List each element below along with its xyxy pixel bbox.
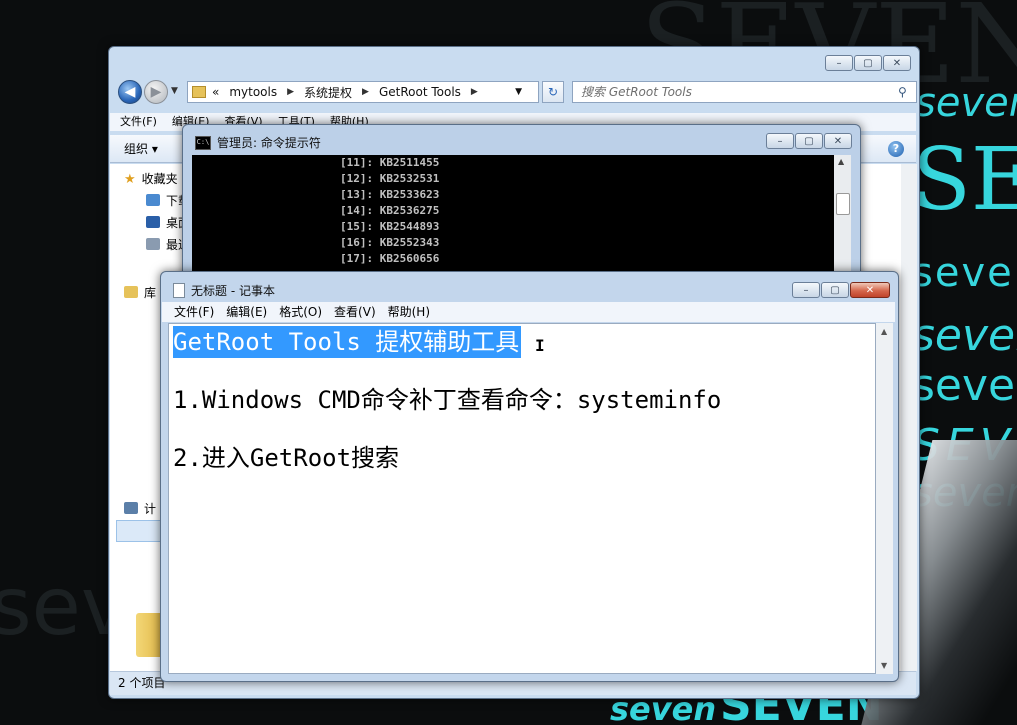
minimize-button[interactable]: – — [792, 282, 820, 298]
organize-button[interactable]: 组织 ▾ — [124, 140, 158, 157]
recent-icon — [146, 238, 160, 250]
cmd-titlebar[interactable]: C:\ 管理员: 命令提示符 — [195, 134, 321, 151]
address-dropdown-icon[interactable]: ▼ — [515, 87, 522, 97]
notepad-menubar: 文件(F) 编辑(E) 格式(O) 查看(V) 帮助(H) — [162, 302, 895, 322]
menu-format[interactable]: 格式(O) — [279, 302, 322, 322]
search-box[interactable]: ⚲ — [572, 81, 917, 103]
window-title: 管理员: 命令提示符 — [217, 136, 321, 150]
scroll-thumb[interactable] — [836, 193, 850, 215]
console-line: [16]: KB2552343 — [340, 236, 440, 249]
window-title: 无标题 - 记事本 — [191, 284, 275, 298]
wallpaper-text: SEVEN — [912, 130, 1017, 230]
menu-edit[interactable]: 编辑(E) — [226, 302, 267, 322]
nav-label: 库 — [144, 285, 157, 300]
close-button[interactable]: ✕ — [883, 55, 911, 71]
close-button[interactable]: ✕ — [850, 282, 890, 298]
console-line: [12]: KB2532531 — [340, 172, 440, 185]
back-button[interactable]: ◀ — [118, 80, 142, 104]
nav-label: 收藏夹 — [141, 171, 178, 186]
star-icon: ★ — [124, 172, 136, 187]
maximize-button[interactable]: ▢ — [821, 282, 849, 298]
breadcrumb-separator-icon[interactable]: ▶ — [287, 87, 294, 97]
wallpaper-text: seven — [912, 250, 1017, 296]
console-line: [15]: KB2544893 — [340, 220, 440, 233]
breadcrumb-getroot[interactable]: GetRoot Tools — [379, 85, 461, 99]
nav-libraries[interactable]: 库 — [124, 282, 156, 302]
desktop-icon — [146, 216, 160, 228]
menu-file[interactable]: 文件(F) — [174, 302, 214, 322]
nav-favorites[interactable]: ★ 收藏夹 — [124, 168, 178, 188]
console-line: [11]: KB2511455 — [340, 156, 440, 169]
folder-icon — [192, 86, 206, 98]
explorer-navbar: ◀ ▶ ▼ « mytools ▶ 系统提权 ▶ GetRoot Tools ▶… — [115, 78, 917, 106]
text-line[interactable]: 2.进入GetRoot搜索 — [173, 442, 399, 474]
explorer-caption-buttons: – ▢ ✕ — [825, 55, 911, 71]
help-icon[interactable]: ? — [888, 140, 904, 157]
breadcrumb-mytools[interactable]: mytools — [229, 85, 277, 99]
text-line-selected[interactable]: GetRoot Tools 提权辅助工具 — [173, 326, 522, 358]
minimize-button[interactable]: – — [766, 133, 794, 149]
search-input[interactable] — [573, 84, 898, 100]
menu-file[interactable]: 文件(F) — [120, 113, 157, 131]
notepad-icon — [173, 283, 185, 298]
cmd-caption-buttons: – ▢ ✕ — [766, 133, 852, 149]
refresh-icon: ↻ — [547, 85, 559, 99]
maximize-button[interactable]: ▢ — [854, 55, 882, 71]
notepad-caption-buttons: – ▢ ✕ — [792, 282, 890, 298]
menu-help[interactable]: 帮助(H) — [388, 302, 430, 322]
wallpaper-text: seven — [912, 310, 1017, 361]
download-icon — [146, 194, 160, 206]
menu-view[interactable]: 查看(V) — [334, 302, 376, 322]
scroll-up-icon[interactable]: ▲ — [881, 327, 887, 336]
close-button[interactable]: ✕ — [824, 133, 852, 149]
recent-pages-dropdown[interactable]: ▼ — [171, 86, 178, 96]
file-list-scrollbar[interactable] — [901, 164, 917, 671]
nav-computer[interactable]: 计 — [124, 498, 156, 518]
console-line: [14]: KB2536275 — [340, 204, 440, 217]
search-icon[interactable]: ⚲ — [898, 85, 916, 99]
wallpaper-text: seven — [915, 80, 1017, 126]
breadcrumb-separator-icon[interactable]: ▶ — [471, 87, 478, 97]
minimize-button[interactable]: – — [825, 55, 853, 71]
console-line: [17]: KB2560656 — [340, 252, 440, 265]
cmd-icon: C:\ — [195, 135, 211, 150]
notepad-scrollbar[interactable]: ▲ ▼ — [876, 323, 893, 674]
forward-button[interactable]: ▶ — [144, 80, 168, 104]
address-overflow[interactable]: « — [212, 85, 219, 99]
notepad-titlebar[interactable]: 无标题 - 记事本 — [173, 282, 275, 299]
nav-label: 计 — [144, 501, 157, 516]
maximize-button[interactable]: ▢ — [795, 133, 823, 149]
notepad-window: 无标题 - 记事本 – ▢ ✕ 文件(F) 编辑(E) 格式(O) 查看(V) … — [160, 271, 899, 682]
breadcrumb-system[interactable]: 系统提权 — [304, 84, 352, 101]
text-cursor-icon: I — [535, 336, 545, 355]
scroll-up-icon[interactable]: ▲ — [838, 157, 844, 166]
arrow-right-icon: ▶ — [150, 84, 162, 100]
computer-icon — [124, 502, 138, 514]
notepad-text-area[interactable]: GetRoot Tools 提权辅助工具 I 1.Windows CMD命令补丁… — [168, 323, 876, 674]
refresh-button[interactable]: ↻ — [542, 81, 564, 103]
scroll-down-icon[interactable]: ▼ — [881, 661, 887, 670]
wallpaper-text: seven — [912, 360, 1017, 411]
breadcrumb-separator-icon[interactable]: ▶ — [362, 87, 369, 97]
address-bar[interactable]: « mytools ▶ 系统提权 ▶ GetRoot Tools ▶ ▼ — [187, 81, 539, 103]
library-icon — [124, 286, 138, 298]
arrow-left-icon: ◀ — [124, 84, 136, 100]
text-line[interactable]: 1.Windows CMD命令补丁查看命令：systeminfo — [173, 384, 721, 416]
console-line: [13]: KB2533623 — [340, 188, 440, 201]
